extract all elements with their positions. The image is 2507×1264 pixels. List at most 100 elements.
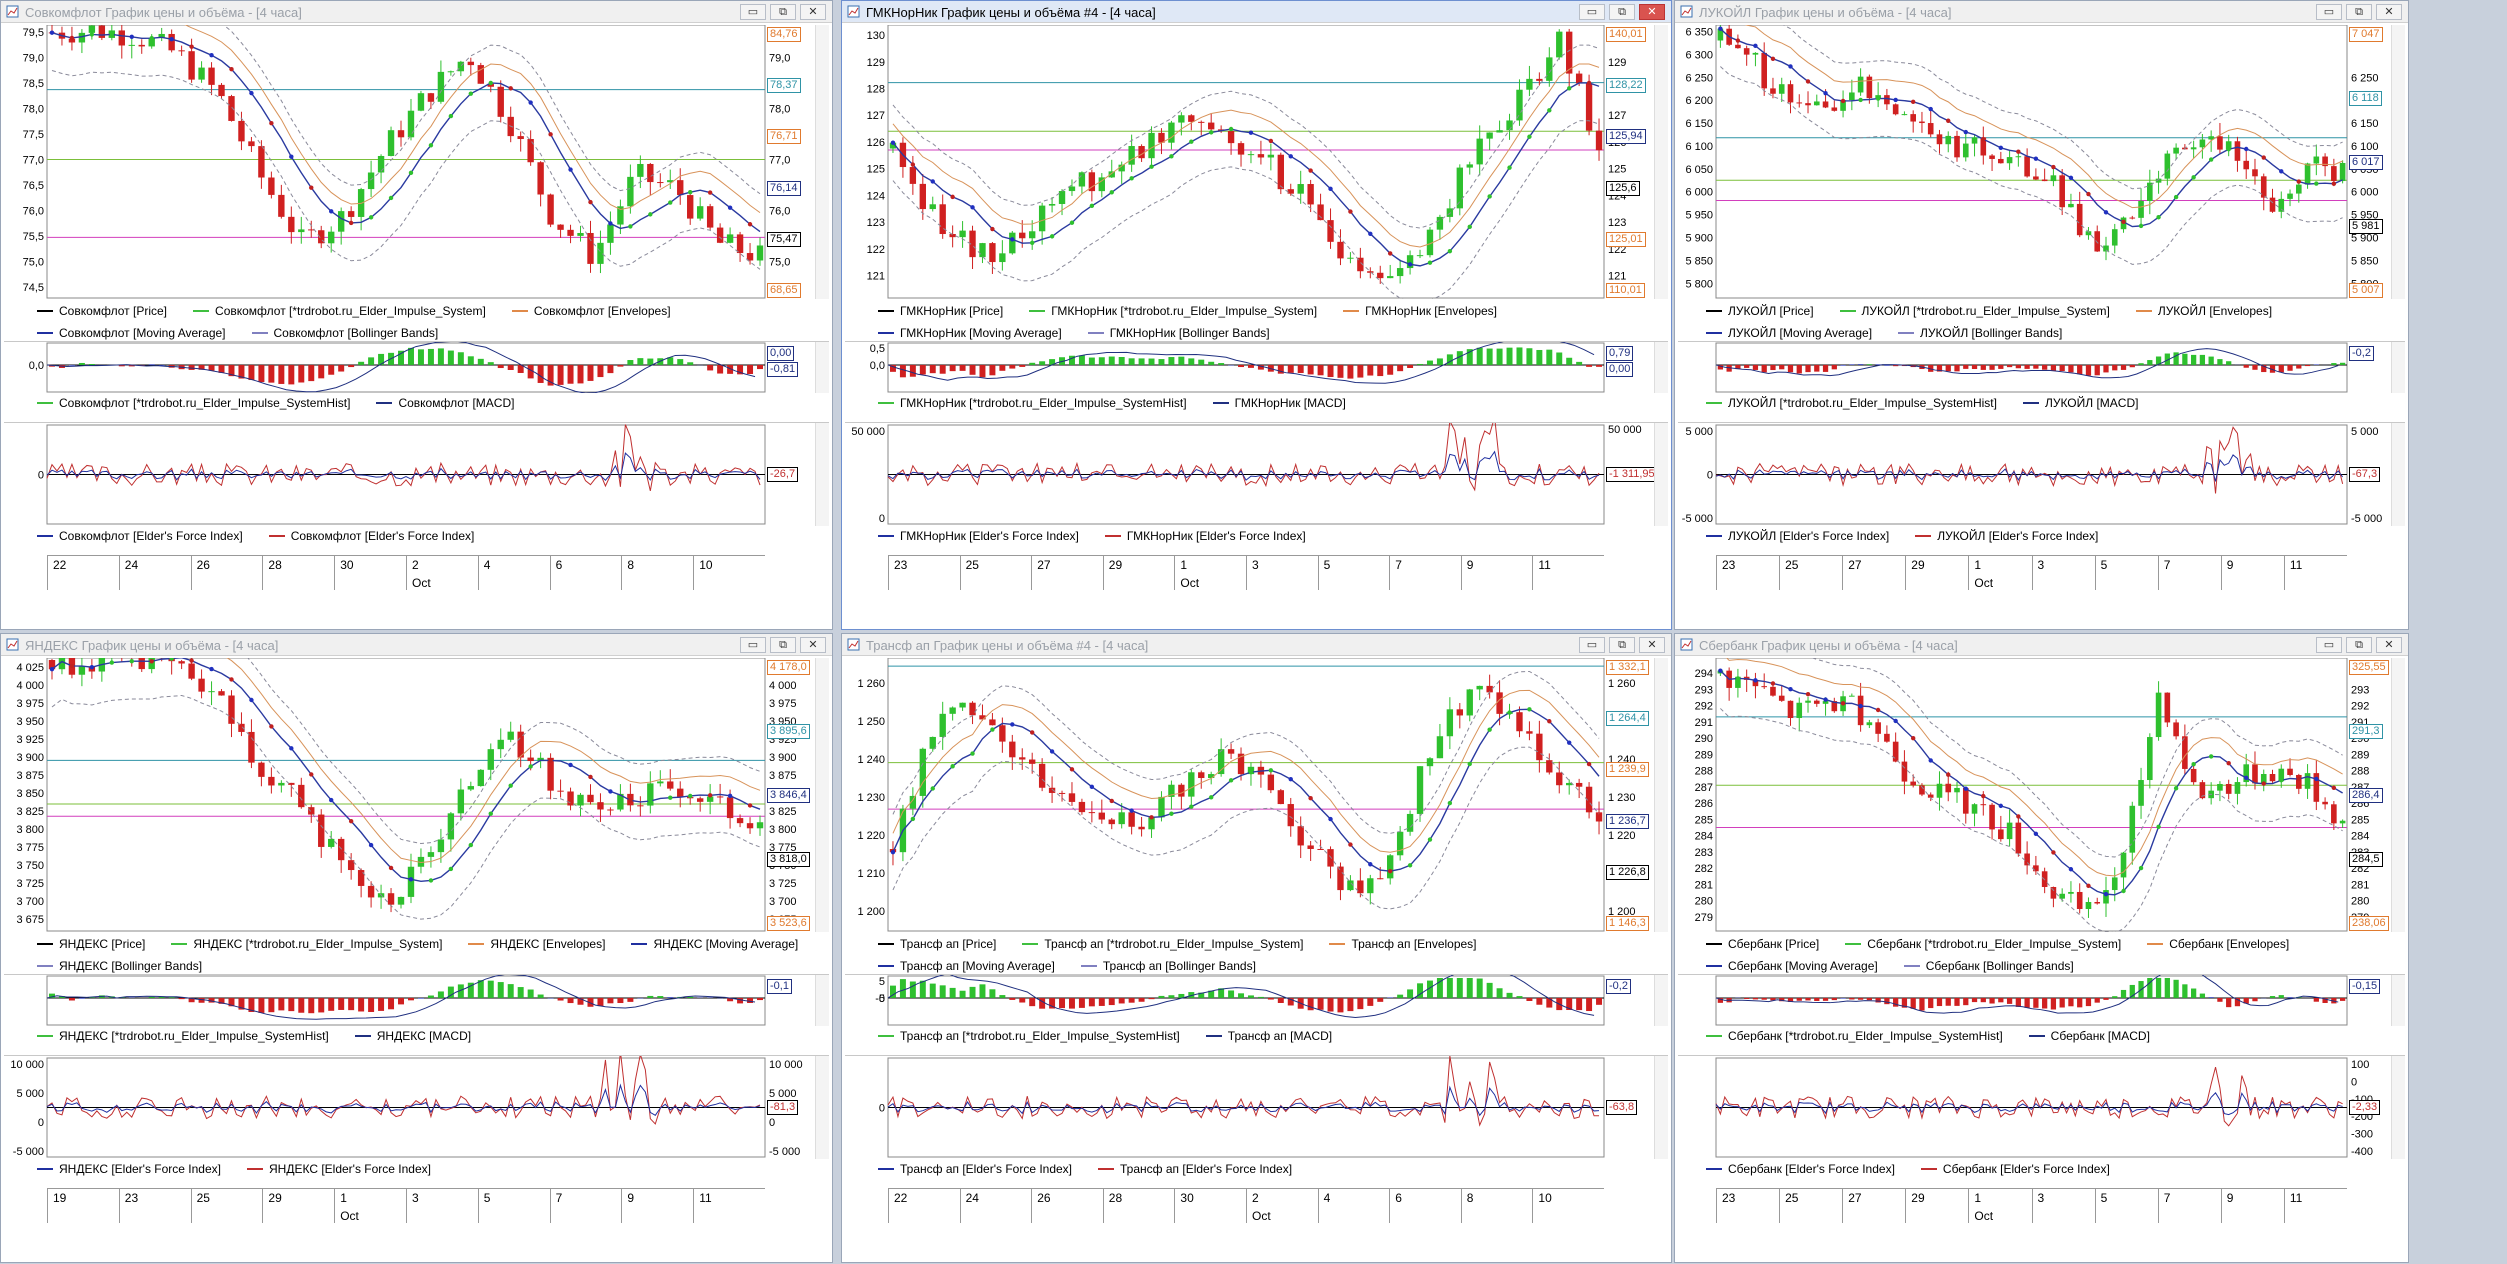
impulse-hist-chart[interactable] [1678,975,2407,1026]
restore-button[interactable]: ⧉ [770,4,796,20]
price-chart[interactable]: 1 260 1 250 1 240 1 230 1 220 1 210 1 200 1 260… [845,658,1670,932]
impulse-hist-chart[interactable] [1678,342,2407,393]
title-bar[interactable]: ЛУКОЙЛ График цены и объёма - [4 часа] ▭ ⧉… [1675,1,2408,23]
price-chart[interactable]: 1301291281271261251241231221211291281271… [845,25,1670,299]
legend-item[interactable]: ЯНДЕКС [*trdrobot.ru_Elder_Impulse_Syste… [171,934,442,954]
date-axis[interactable]: 23 25 27 29 1 3 5 7 9 11 Oct [1716,555,2347,591]
vertical-scrollbar[interactable] [815,423,829,526]
impulse-hist-chart[interactable]: 0,0 [4,342,831,393]
title-bar[interactable]: Совкомфлот График цены и объёма - [4 час… [1,1,832,23]
chart-window-w3[interactable]: ЛУКОЙЛ График цены и объёма - [4 часа] ▭ ⧉… [1674,0,2409,630]
impulse-hist-chart[interactable]: 0,50,0 [845,342,1670,393]
legend-item[interactable]: Трансф ап [Moving Average] [878,956,1055,976]
legend-item[interactable]: Сбербанк [*trdrobot.ru_Elder_Impulse_Sys… [1706,1029,2003,1043]
minimize-button[interactable]: ▭ [740,4,766,20]
vertical-scrollbar[interactable] [1654,25,1668,299]
legend-item[interactable]: ГМКНорНик [MACD] [1212,396,1346,410]
force-index-chart[interactable]: 1000-100-200-300-400 [1678,1056,2407,1159]
vertical-scrollbar[interactable] [2391,1056,2405,1159]
legend-item[interactable]: Трансф ап [*trdrobot.ru_Elder_Impulse_Sy… [878,1029,1180,1043]
minimize-button[interactable]: ▭ [1579,637,1605,653]
restore-button[interactable]: ⧉ [1609,637,1635,653]
legend-item[interactable]: Совкомфлот [Moving Average] [37,323,226,343]
legend-item[interactable]: Сбербанк [Moving Average] [1706,956,1878,976]
legend-item[interactable]: ЯНДЕКС [MACD] [354,1029,471,1043]
impulse-hist-pane[interactable]: 0,5 0,0 0,79 0,00 ГМКНорНик [*trdrobot.ru_El… [845,341,1668,422]
minimize-button[interactable]: ▭ [2316,4,2342,20]
legend-item[interactable]: Сбербанк [Envelopes] [2147,934,2289,954]
legend-item[interactable]: Трансф ап [Envelopes] [1329,934,1477,954]
legend-item[interactable]: Трансф ап [Elder's Force Index] [1098,1162,1292,1176]
price-pane[interactable]: 6 350 6 300 6 250 6 200 6 150 6 100 6 050 6 000… [1678,25,2405,341]
chart-window-w5[interactable]: Трансф ап График цены и объёма #4 - [4 ч… [841,633,1672,1263]
title-bar[interactable]: ГМКНорНик График цены и объёма #4 - [4 ч… [842,1,1671,23]
legend-item[interactable]: ГМКНорНик [Price] [878,301,1003,321]
legend-item[interactable]: Совкомфлот [MACD] [376,396,514,410]
legend-item[interactable]: Совкомфлот [Envelopes] [511,301,671,321]
force-index-pane[interactable]: 5 0000-5 0005 0000-5 000-67,3ЛУКОЙЛ [Eld… [1678,422,2405,555]
legend-item[interactable]: ГМКНорНик [Elder's Force Index] [878,529,1079,543]
force-index-chart[interactable]: 10 000 5 000 0 -5 000 10 000 5 000 0 -5 000 [4,1056,831,1159]
legend-item[interactable]: Сбербанк [Price] [1706,934,1819,954]
legend-item[interactable]: Трансф ап [Elder's Force Index] [878,1162,1072,1176]
close-button[interactable]: ✕ [2376,4,2402,20]
price-pane[interactable]: 1 260 1 250 1 240 1 230 1 220 1 210 1 200 1 260… [845,658,1668,974]
legend-item[interactable]: Сбербанк [Elder's Force Index] [1920,1162,2110,1176]
legend-item[interactable]: ЯНДЕКС [Price] [37,934,145,954]
legend-item[interactable]: ГМКНорНик [Elder's Force Index] [1104,529,1306,543]
vertical-scrollbar[interactable] [815,1056,829,1159]
legend-item[interactable]: ЯНДЕКС [Elder's Force Index] [247,1162,431,1176]
force-index-pane[interactable]: 10 000 5 000 0 -5 000 10 000 5 000 0 -5 000 -81,… [4,1055,829,1188]
legend-item[interactable]: Совкомфлот [*trdrobot.ru_Elder_Impulse_S… [193,301,486,321]
chart-window-w6[interactable]: Сбербанк График цены и объёма - [4 часа]… [1674,633,2409,1263]
price-chart[interactable]: 4 025 4 000 3 975 3 950 3 925 3 900 3 875 3 850… [4,658,831,932]
impulse-hist-chart[interactable]: 50-5 [845,975,1670,1026]
legend-item[interactable]: ЯНДЕКС [*trdrobot.ru_Elder_Impulse_Syste… [37,1029,329,1043]
restore-button[interactable]: ⧉ [2346,637,2372,653]
vertical-scrollbar[interactable] [1654,658,1668,932]
title-bar[interactable]: Сбербанк График цены и объёма - [4 часа]… [1675,634,2408,656]
legend-item[interactable]: ЯНДЕКС [Moving Average] [631,934,798,954]
close-button[interactable]: ✕ [1639,637,1665,653]
impulse-hist-pane[interactable]: -0,1 ЯНДЕКС [*trdrobot.ru_Elder_Impulse_S… [4,974,829,1055]
legend-item[interactable]: Трансф ап [*trdrobot.ru_Elder_Impulse_Sy… [1022,934,1303,954]
price-pane[interactable]: 294 293 292 291 290 289 288 287 286 285 284 283 282 2… [1678,658,2405,974]
minimize-button[interactable]: ▭ [1579,4,1605,20]
vertical-scrollbar[interactable] [815,25,829,299]
legend-item[interactable]: Трансф ап [Price] [878,934,996,954]
vertical-scrollbar[interactable] [815,658,829,932]
force-index-pane[interactable]: 0 -63,8 Трансф ап [Elder's Force Index] Тра… [845,1055,1668,1188]
vertical-scrollbar[interactable] [2391,342,2405,393]
chart-window-w1[interactable]: Совкомфлот График цены и объёма - [4 час… [0,0,833,630]
force-index-chart[interactable]: 50 000 0 50 000 [845,423,1670,526]
vertical-scrollbar[interactable] [1654,342,1668,393]
vertical-scrollbar[interactable] [815,342,829,393]
legend-item[interactable]: ГМКНорНик [Bollinger Bands] [1087,323,1270,343]
price-chart[interactable]: 6 350 6 300 6 250 6 200 6 150 6 100 6 050 6 000… [1678,25,2407,299]
close-button[interactable]: ✕ [1639,4,1665,20]
legend-item[interactable]: Совкомфлот [Price] [37,301,167,321]
restore-button[interactable]: ⧉ [1609,4,1635,20]
legend-item[interactable]: Сбербанк [Elder's Force Index] [1706,1162,1895,1176]
legend-item[interactable]: Трансф ап [MACD] [1205,1029,1332,1043]
close-button[interactable]: ✕ [2376,637,2402,653]
legend-item[interactable]: Совкомфлот [Bollinger Bands] [251,323,438,343]
restore-button[interactable]: ⧉ [2346,4,2372,20]
price-pane[interactable]: 1301291281271261251241231221211291281271… [845,25,1668,341]
vertical-scrollbar[interactable] [2391,975,2405,1026]
legend-item[interactable]: Совкомфлот [Elder's Force Index] [37,529,243,543]
legend-item[interactable]: ГМКНорНик [Envelopes] [1343,301,1497,321]
vertical-scrollbar[interactable] [1654,975,1668,1026]
date-axis[interactable]: 22 24 26 28 30 2 4 6 8 10 Oct [47,555,765,591]
legend-item[interactable]: ГМКНорНик [Moving Average] [878,323,1062,343]
title-bar[interactable]: Трансф ап График цены и объёма #4 - [4 ч… [842,634,1671,656]
impulse-hist-pane[interactable]: 0,0 0,00 -0,81 Совкомфлот [*trdrobot.ru_Eld… [4,341,829,422]
legend-item[interactable]: ЛУКОЙЛ [*trdrobot.ru_Elder_Impulse_Syste… [1706,396,1997,410]
legend-item[interactable]: ЯНДЕКС [Bollinger Bands] [37,956,202,976]
legend-item[interactable]: ЛУКОЙЛ [Elder's Force Index] [1706,529,1889,543]
force-index-chart[interactable]: 0 [4,423,831,526]
legend-item[interactable]: ЯНДЕКС [Elder's Force Index] [37,1162,221,1176]
impulse-hist-chart[interactable] [4,975,831,1026]
legend-item[interactable]: Трансф ап [Bollinger Bands] [1080,956,1256,976]
price-chart[interactable]: 79,5 79,0 78,5 78,0 77,5 77,0 76,5 76,0 75,5 75,0… [4,25,831,299]
